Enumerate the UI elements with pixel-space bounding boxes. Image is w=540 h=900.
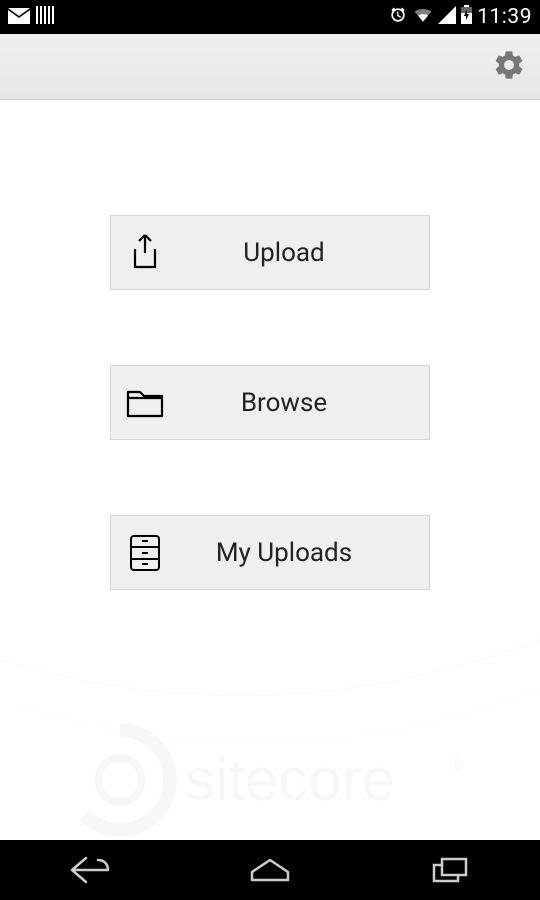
gear-icon bbox=[492, 48, 526, 82]
back-button[interactable] bbox=[60, 850, 120, 890]
status-right: 11:39 bbox=[388, 5, 532, 30]
home-button[interactable] bbox=[240, 850, 300, 890]
wifi-icon bbox=[413, 5, 433, 29]
alarm-icon bbox=[388, 5, 408, 30]
svg-text:®: ® bbox=[450, 754, 464, 775]
upload-icon bbox=[111, 233, 179, 273]
settings-button[interactable] bbox=[492, 48, 526, 86]
main-content: sitecore ® Upload Browse bbox=[0, 100, 540, 840]
myuploads-label: My Uploads bbox=[179, 538, 429, 568]
recent-apps-icon bbox=[430, 855, 470, 885]
status-left bbox=[8, 5, 54, 29]
browse-label: Browse bbox=[179, 388, 429, 418]
signal-icon bbox=[438, 5, 456, 29]
status-bar: 11:39 bbox=[0, 0, 540, 34]
back-icon bbox=[68, 854, 112, 886]
cabinet-icon bbox=[111, 534, 179, 572]
navigation-bar bbox=[0, 840, 540, 900]
myuploads-button[interactable]: My Uploads bbox=[110, 515, 430, 590]
svg-text:sitecore: sitecore bbox=[185, 746, 395, 813]
menu-buttons: Upload Browse My Uploads bbox=[0, 100, 540, 590]
folder-icon bbox=[111, 386, 179, 420]
upload-button[interactable]: Upload bbox=[110, 215, 430, 290]
barcode-icon bbox=[36, 5, 54, 29]
action-bar bbox=[0, 34, 540, 100]
upload-label: Upload bbox=[179, 238, 429, 268]
clock-text: 11:39 bbox=[477, 5, 532, 29]
home-icon bbox=[248, 856, 292, 884]
sitecore-watermark: sitecore ® bbox=[0, 620, 540, 840]
recents-button[interactable] bbox=[420, 850, 480, 890]
battery-icon bbox=[461, 5, 472, 29]
browse-button[interactable]: Browse bbox=[110, 365, 430, 440]
mail-icon bbox=[8, 5, 30, 29]
